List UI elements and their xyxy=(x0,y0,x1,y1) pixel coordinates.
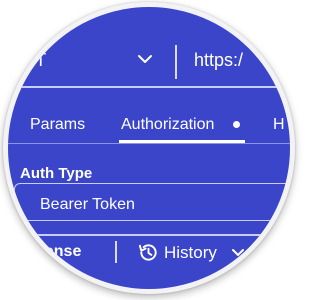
chevron-down-icon[interactable] xyxy=(231,248,245,258)
tab-authorization[interactable]: Authorization xyxy=(121,116,214,134)
history-button[interactable]: History xyxy=(164,243,217,263)
divider xyxy=(115,241,117,263)
modified-indicator xyxy=(233,121,240,128)
tabs-border xyxy=(8,143,290,144)
auth-type-label: Auth Type xyxy=(20,165,93,182)
divider xyxy=(175,45,177,79)
request-bar-border xyxy=(8,86,290,88)
response-tab[interactable]: onse xyxy=(44,243,81,261)
method-selector[interactable]: ET xyxy=(23,50,47,71)
tab-headers[interactable]: H xyxy=(273,116,285,134)
chevron-down-icon[interactable] xyxy=(136,53,154,65)
tab-params[interactable]: Params xyxy=(30,116,85,134)
bottom-bar-border xyxy=(8,234,290,236)
history-icon[interactable] xyxy=(137,241,160,264)
magnified-view: ET https:/ Params Authorization H Auth T… xyxy=(8,7,290,289)
auth-type-value[interactable]: Bearer Token xyxy=(40,196,135,214)
url-input[interactable]: https:/ xyxy=(194,50,243,71)
